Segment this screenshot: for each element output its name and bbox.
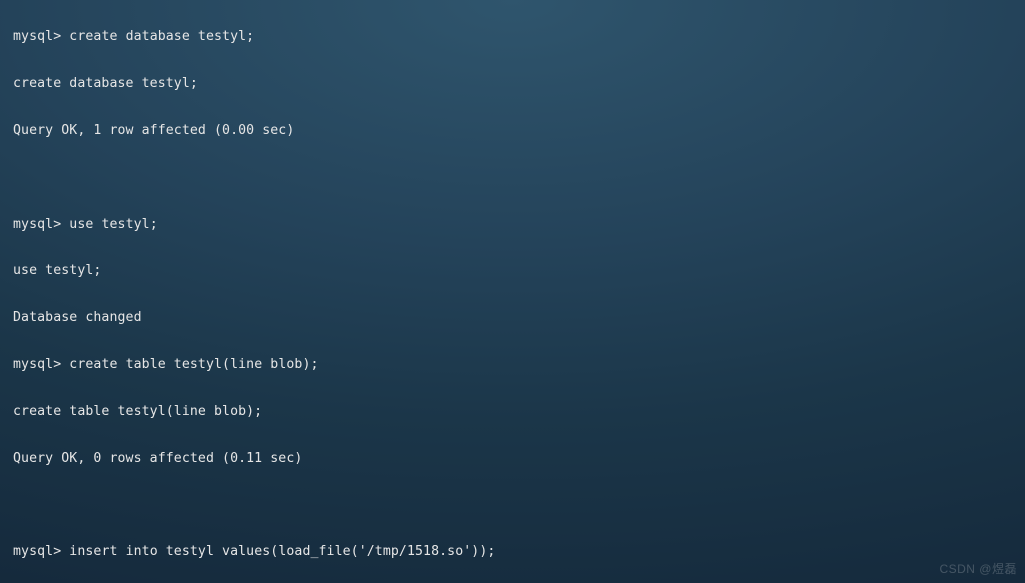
mysql-prompt: mysql>: [13, 357, 61, 372]
terminal-line: create database testyl;: [13, 72, 1025, 95]
terminal-line: mysql> create table testyl(line blob);: [13, 353, 1025, 376]
terminal-line: create table testyl(line blob);: [13, 400, 1025, 423]
blank-line: [13, 494, 1025, 517]
terminal-line: mysql> insert into testyl values(load_fi…: [13, 540, 1025, 563]
sql-result: Query OK, 1 row affected (0.00 sec): [13, 123, 294, 138]
terminal-line: Query OK, 1 row affected (0.00 sec): [13, 119, 1025, 142]
sql-echo: create database testyl;: [13, 76, 198, 91]
terminal-line: Query OK, 0 rows affected (0.11 sec): [13, 447, 1025, 470]
sql-command: create database testyl;: [69, 29, 254, 44]
terminal-line: mysql> create database testyl;: [13, 25, 1025, 48]
mysql-prompt: mysql>: [13, 544, 61, 559]
terminal-output[interactable]: mysql> create database testyl; create da…: [0, 0, 1025, 583]
mysql-prompt: mysql>: [13, 29, 61, 44]
sql-command: use testyl;: [69, 217, 157, 232]
blank-line: [13, 166, 1025, 189]
sql-echo: create table testyl(line blob);: [13, 404, 262, 419]
sql-result: Query OK, 0 rows affected (0.11 sec): [13, 451, 302, 466]
terminal-line: use testyl;: [13, 259, 1025, 282]
sql-command: create table testyl(line blob);: [69, 357, 318, 372]
sql-result: Database changed: [13, 310, 142, 325]
terminal-line: mysql> use testyl;: [13, 213, 1025, 236]
sql-echo: use testyl;: [13, 263, 101, 278]
terminal-line: Database changed: [13, 306, 1025, 329]
sql-command: insert into testyl values(load_file('/tm…: [69, 544, 495, 559]
mysql-prompt: mysql>: [13, 217, 61, 232]
